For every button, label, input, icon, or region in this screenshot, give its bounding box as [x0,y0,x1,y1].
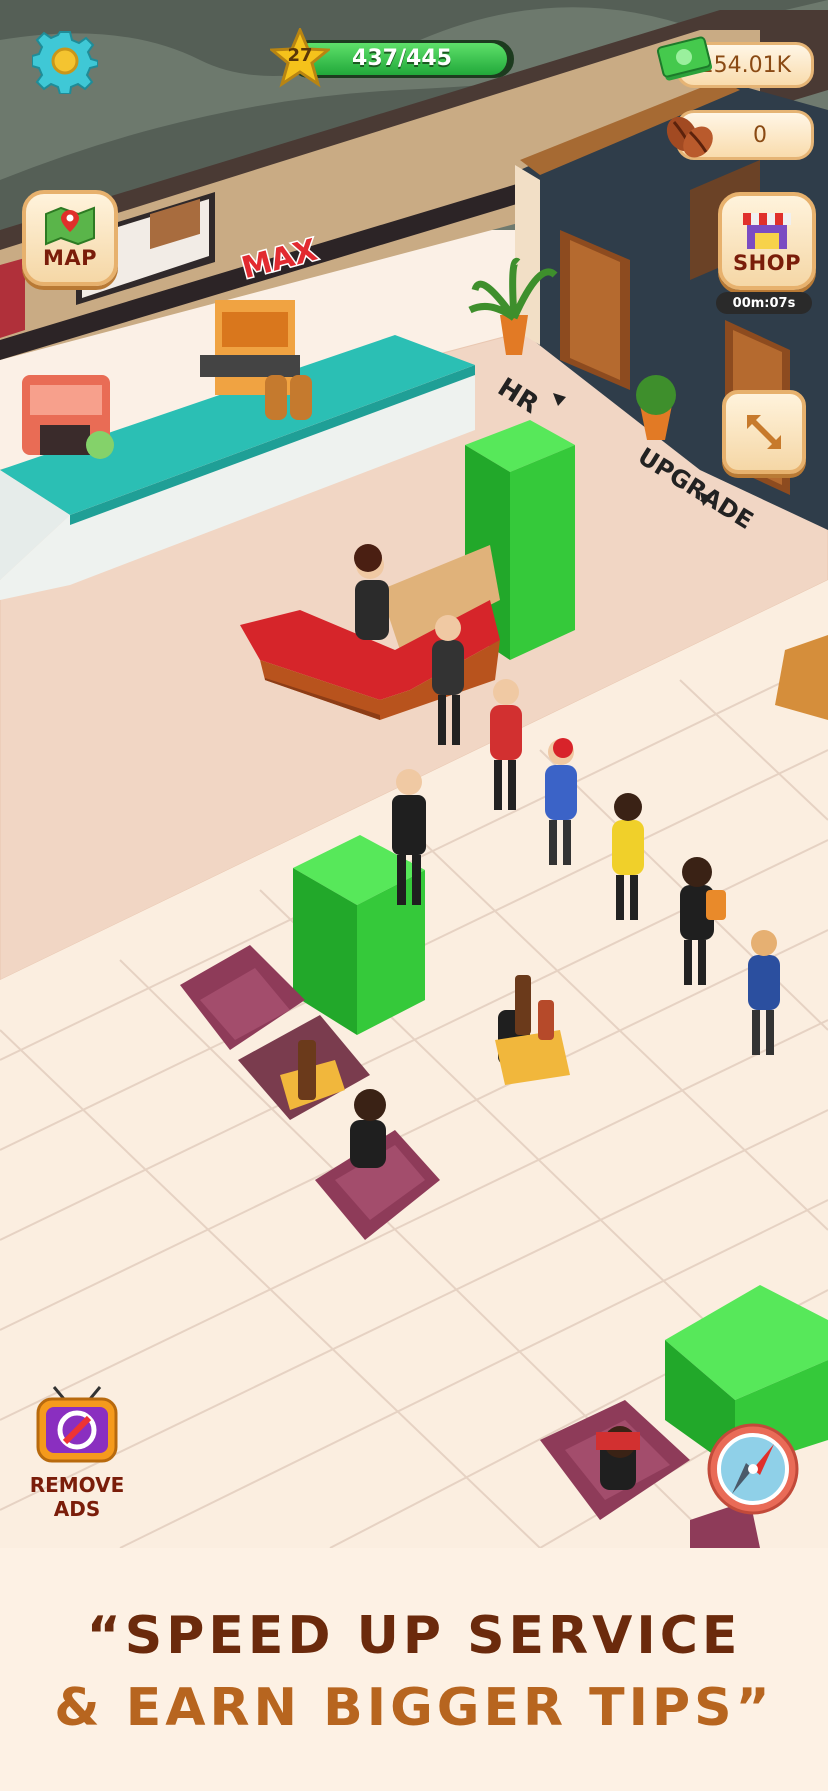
expand-icon [747,415,781,449]
espresso-machine [22,375,114,459]
remove-ads-button[interactable]: REMOVE ADS [22,1385,132,1540]
level-number: 27 [287,45,313,66]
shop-label: SHOP [733,251,801,275]
game-scene[interactable]: MAX HR UPGRADE 437/445 27 154.01K 0 MAP … [0,0,828,1548]
coffee-bean-icon [660,112,718,162]
tagline-line1: “SPEED UP SERVICE [86,1606,742,1666]
shop-icon [743,213,791,249]
remove-ads-line2: ADS [53,1497,101,1521]
shop-timer: 00m:07s [716,292,812,314]
map-label: MAP [42,246,98,270]
seated-customer [350,1089,386,1168]
shop-button[interactable]: SHOP [718,192,816,290]
cash-icon [656,32,716,84]
shop-timer-text: 00m:07s [732,296,796,311]
beans-amount: 0 [753,122,767,148]
game-world[interactable]: MAX HR UPGRADE [0,0,828,1548]
no-ads-tv-icon [36,1386,118,1463]
settings-button[interactable] [31,28,99,95]
map-button[interactable]: MAP [22,190,118,286]
map-icon [45,206,95,246]
level-badge: 27 [268,26,332,88]
expand-button[interactable] [722,390,806,474]
wall-poster [0,258,25,338]
compass-icon [707,1423,799,1515]
compass-button[interactable] [706,1422,800,1516]
seated-customer [596,1426,640,1490]
tagline-line2: & EARN BIGGER TIPS” [54,1678,774,1738]
promo-tagline: “SPEED UP SERVICE & EARN BIGGER TIPS” [0,1600,828,1744]
gear-icon [31,31,99,95]
remove-ads-line1: REMOVE [29,1473,125,1497]
